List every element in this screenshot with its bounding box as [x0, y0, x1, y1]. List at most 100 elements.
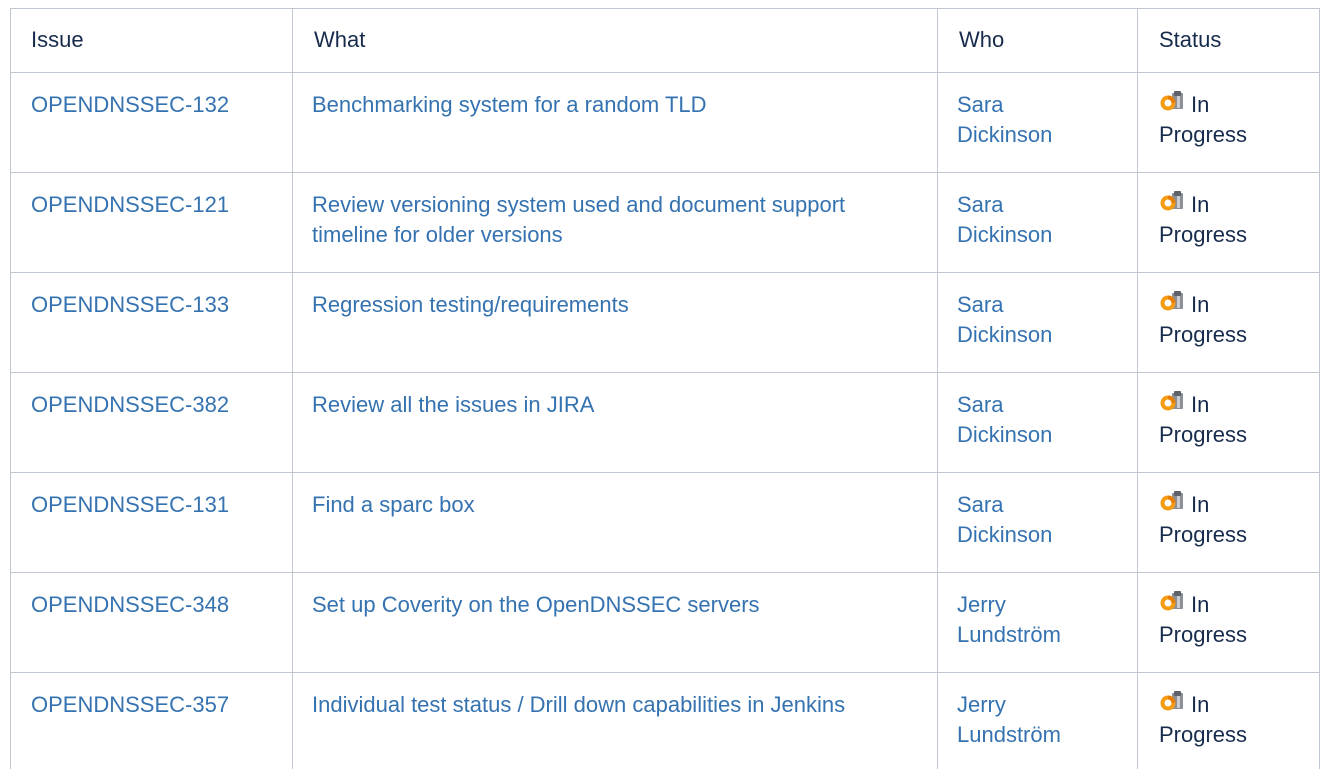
assignee-link[interactable]: Sara Dickinson: [957, 192, 1052, 247]
header-who: Who: [937, 8, 1138, 73]
assignee-first-name: Sara: [957, 492, 1004, 517]
issue-key-link[interactable]: OPENDNSSEC-121: [31, 192, 229, 217]
status-text-line1: In: [1191, 492, 1210, 517]
status-text-line1: In: [1191, 192, 1210, 217]
table-row: OPENDNSSEC-132 Benchmarking system for a…: [10, 72, 1320, 173]
issue-key-link[interactable]: OPENDNSSEC-132: [31, 92, 229, 117]
assignee-link[interactable]: Jerry Lundström: [957, 692, 1061, 747]
status-text-line2: Progress: [1159, 422, 1248, 447]
issue-key-link[interactable]: OPENDNSSEC-382: [31, 392, 229, 417]
issue-cell: OPENDNSSEC-382: [10, 372, 293, 473]
status-text-line1: In: [1191, 592, 1210, 617]
status-label: In Progress: [1159, 490, 1309, 550]
issue-key-link[interactable]: OPENDNSSEC-348: [31, 592, 229, 617]
header-what: What: [292, 8, 938, 73]
status-label: In Progress: [1159, 190, 1309, 250]
table-row: OPENDNSSEC-131 Find a sparc box Sara Dick…: [10, 472, 1320, 573]
assignee-first-name: Sara: [957, 292, 1004, 317]
assignee-first-name: Sara: [957, 392, 1004, 417]
issue-cell: OPENDNSSEC-132: [10, 72, 293, 173]
who-cell: Sara Dickinson: [937, 472, 1138, 573]
status-text-line1: In: [1191, 392, 1210, 417]
status-cell: In Progress: [1137, 672, 1320, 769]
what-cell: Set up Coverity on the OpenDNSSEC server…: [292, 572, 938, 673]
issue-cell: OPENDNSSEC-133: [10, 272, 293, 373]
status-cell: In Progress: [1137, 172, 1320, 273]
assignee-first-name: Jerry: [957, 692, 1006, 717]
issue-summary-link[interactable]: Regression testing/requirements: [312, 292, 629, 317]
status-text-line2: Progress: [1159, 122, 1248, 147]
in-progress-icon: [1160, 291, 1183, 311]
who-cell: Sara Dickinson: [937, 172, 1138, 273]
assignee-last-name: Dickinson: [957, 422, 1053, 447]
status-text-line1: In: [1191, 292, 1210, 317]
what-cell: Find a sparc box: [292, 472, 938, 573]
issue-summary-link[interactable]: Review all the issues in JIRA: [312, 392, 594, 417]
assignee-link[interactable]: Sara Dickinson: [957, 492, 1052, 547]
issue-cell: OPENDNSSEC-348: [10, 572, 293, 673]
issue-cell: OPENDNSSEC-131: [10, 472, 293, 573]
issue-key-link[interactable]: OPENDNSSEC-133: [31, 292, 229, 317]
issue-key-link[interactable]: OPENDNSSEC-357: [31, 692, 229, 717]
who-cell: Sara Dickinson: [937, 72, 1138, 173]
issue-key-link[interactable]: OPENDNSSEC-131: [31, 492, 229, 517]
status-text-line2: Progress: [1159, 522, 1248, 547]
assignee-last-name: Lundström: [957, 722, 1061, 747]
status-text-line1: In: [1191, 92, 1210, 117]
table-row: OPENDNSSEC-133 Regression testing/requir…: [10, 272, 1320, 373]
status-text-line2: Progress: [1159, 622, 1248, 647]
issue-summary-link[interactable]: Find a sparc box: [312, 492, 475, 517]
in-progress-icon: [1160, 91, 1183, 111]
header-status: Status: [1137, 8, 1320, 73]
assignee-last-name: Lundström: [957, 622, 1061, 647]
status-cell: In Progress: [1137, 372, 1320, 473]
issue-summary-link[interactable]: Review versioning system used and docume…: [312, 192, 845, 247]
header-issue: Issue: [10, 8, 293, 73]
status-label: In Progress: [1159, 390, 1309, 450]
table-row: OPENDNSSEC-357 Individual test status / …: [10, 672, 1320, 769]
issue-summary-link[interactable]: Benchmarking system for a random TLD: [312, 92, 707, 117]
in-progress-icon: [1160, 391, 1183, 411]
header-row: Issue What Who Status: [10, 8, 1320, 73]
assignee-link[interactable]: Sara Dickinson: [957, 392, 1052, 447]
table-row: OPENDNSSEC-121 Review versioning system …: [10, 172, 1320, 273]
in-progress-icon: [1160, 591, 1183, 611]
what-cell: Individual test status / Drill down capa…: [292, 672, 938, 769]
issue-cell: OPENDNSSEC-121: [10, 172, 293, 273]
who-cell: Sara Dickinson: [937, 372, 1138, 473]
assignee-last-name: Dickinson: [957, 122, 1053, 147]
in-progress-icon: [1160, 491, 1183, 511]
issues-table: Issue What Who Status OPENDNSSEC-132 Ben…: [10, 8, 1320, 769]
what-cell: Benchmarking system for a random TLD: [292, 72, 938, 173]
in-progress-icon: [1160, 691, 1183, 711]
who-cell: Jerry Lundström: [937, 672, 1138, 769]
issue-summary-link[interactable]: Individual test status / Drill down capa…: [312, 692, 845, 717]
assignee-link[interactable]: Sara Dickinson: [957, 292, 1052, 347]
status-text-line2: Progress: [1159, 222, 1248, 247]
status-cell: In Progress: [1137, 472, 1320, 573]
who-cell: Jerry Lundström: [937, 572, 1138, 673]
status-text-line1: In: [1191, 692, 1210, 717]
status-label: In Progress: [1159, 90, 1309, 150]
who-cell: Sara Dickinson: [937, 272, 1138, 373]
issue-summary-link[interactable]: Set up Coverity on the OpenDNSSEC server…: [312, 592, 760, 617]
table-row: OPENDNSSEC-348 Set up Coverity on the Op…: [10, 572, 1320, 673]
status-text-line2: Progress: [1159, 322, 1248, 347]
issue-cell: OPENDNSSEC-357: [10, 672, 293, 769]
assignee-last-name: Dickinson: [957, 322, 1053, 347]
status-cell: In Progress: [1137, 572, 1320, 673]
status-label: In Progress: [1159, 290, 1309, 350]
table-row: OPENDNSSEC-382 Review all the issues in …: [10, 372, 1320, 473]
assignee-link[interactable]: Sara Dickinson: [957, 92, 1052, 147]
what-cell: Regression testing/requirements: [292, 272, 938, 373]
assignee-first-name: Sara: [957, 192, 1004, 217]
assignee-last-name: Dickinson: [957, 522, 1053, 547]
status-label: In Progress: [1159, 690, 1309, 750]
status-cell: In Progress: [1137, 72, 1320, 173]
assignee-first-name: Sara: [957, 92, 1004, 117]
assignee-last-name: Dickinson: [957, 222, 1053, 247]
assignee-link[interactable]: Jerry Lundström: [957, 592, 1061, 647]
status-text-line2: Progress: [1159, 722, 1248, 747]
what-cell: Review versioning system used and docume…: [292, 172, 938, 273]
assignee-first-name: Jerry: [957, 592, 1006, 617]
